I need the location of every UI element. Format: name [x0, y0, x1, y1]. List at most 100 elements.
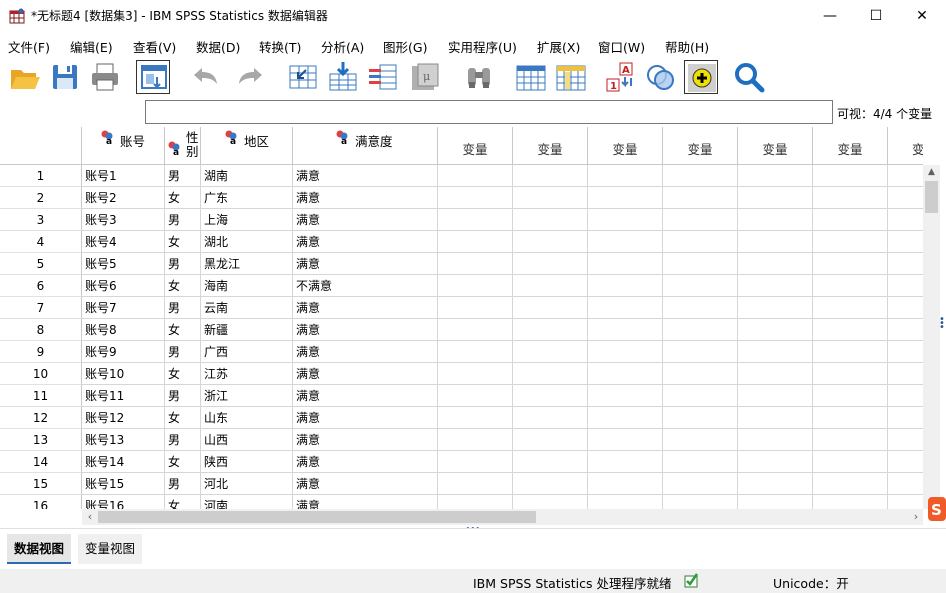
empty-cell[interactable] [813, 209, 888, 231]
maximize-button[interactable]: ☐ [853, 0, 899, 32]
table-cell[interactable]: 湖北 [201, 231, 293, 253]
empty-cell[interactable] [663, 385, 738, 407]
close-button[interactable]: ✕ [899, 0, 945, 32]
empty-cell[interactable] [813, 363, 888, 385]
row-number[interactable]: 14 [0, 451, 82, 473]
dialog-recall-icon[interactable] [136, 60, 170, 94]
empty-cell[interactable] [888, 209, 923, 231]
table-cell[interactable]: 满意 [293, 407, 438, 429]
goto-case-icon[interactable] [286, 60, 320, 94]
table-cell[interactable]: 账号16 [82, 495, 165, 509]
empty-cell[interactable] [438, 319, 513, 341]
row-number[interactable]: 5 [0, 253, 82, 275]
empty-cell[interactable] [888, 451, 923, 473]
empty-cell[interactable] [438, 363, 513, 385]
horizontal-scroll-thumb[interactable] [98, 511, 536, 523]
table-cell[interactable]: 女 [165, 187, 201, 209]
empty-cell[interactable] [513, 341, 588, 363]
table-cell[interactable]: 男 [165, 385, 201, 407]
table-cell[interactable]: 账号15 [82, 473, 165, 495]
redo-icon[interactable] [234, 60, 268, 94]
empty-cell[interactable] [513, 319, 588, 341]
table-cell[interactable]: 广西 [201, 341, 293, 363]
column-header-gender[interactable]: a 性别 [165, 127, 201, 165]
empty-cell[interactable] [888, 187, 923, 209]
table-cell[interactable]: 云南 [201, 297, 293, 319]
empty-cell[interactable] [588, 231, 663, 253]
table-cell[interactable]: 陕西 [201, 451, 293, 473]
row-number[interactable]: 16 [0, 495, 82, 509]
empty-cell[interactable] [738, 385, 813, 407]
menu-file[interactable]: 文件(F) [8, 37, 50, 56]
empty-cell[interactable] [513, 407, 588, 429]
table-cell[interactable]: 满意 [293, 363, 438, 385]
empty-cell[interactable] [438, 429, 513, 451]
table-cell[interactable]: 湖南 [201, 165, 293, 187]
table-cell[interactable]: 上海 [201, 209, 293, 231]
empty-cell[interactable] [888, 495, 923, 509]
empty-cell[interactable] [513, 209, 588, 231]
empty-cell[interactable] [588, 297, 663, 319]
empty-cell[interactable] [888, 407, 923, 429]
search-icon[interactable] [732, 60, 766, 94]
ime-icon[interactable]: S [926, 495, 946, 523]
table-cell[interactable]: 女 [165, 319, 201, 341]
table-cell[interactable]: 账号14 [82, 451, 165, 473]
empty-cell[interactable] [513, 495, 588, 509]
empty-cell[interactable] [438, 385, 513, 407]
empty-cell[interactable] [663, 429, 738, 451]
empty-cell[interactable] [738, 429, 813, 451]
empty-cell[interactable] [888, 341, 923, 363]
empty-cell[interactable] [663, 495, 738, 509]
empty-cell[interactable] [888, 363, 923, 385]
table-cell[interactable]: 满意 [293, 165, 438, 187]
pane-splitter-handle[interactable]: • • • [939, 315, 945, 333]
row-number[interactable]: 12 [0, 407, 82, 429]
vertical-scroll-thumb[interactable] [925, 181, 938, 213]
empty-cell[interactable] [813, 231, 888, 253]
horizontal-scrollbar[interactable]: ‹ › [82, 509, 923, 525]
row-number[interactable]: 13 [0, 429, 82, 451]
insert-variable-icon[interactable] [554, 60, 588, 94]
table-cell[interactable]: 满意 [293, 495, 438, 509]
table-cell[interactable]: 账号6 [82, 275, 165, 297]
table-cell[interactable]: 账号8 [82, 319, 165, 341]
empty-cell[interactable] [813, 385, 888, 407]
menu-utilities[interactable]: 实用程序(U) [448, 37, 517, 56]
empty-column-header[interactable]: 变量 [438, 127, 513, 165]
empty-cell[interactable] [438, 451, 513, 473]
menu-window[interactable]: 窗口(W) [598, 37, 645, 56]
table-cell[interactable]: 满意 [293, 231, 438, 253]
table-cell[interactable]: 男 [165, 429, 201, 451]
table-cell[interactable]: 满意 [293, 187, 438, 209]
table-cell[interactable]: 男 [165, 297, 201, 319]
empty-cell[interactable] [513, 187, 588, 209]
table-cell[interactable]: 男 [165, 253, 201, 275]
table-cell[interactable]: 满意 [293, 451, 438, 473]
table-cell[interactable]: 女 [165, 407, 201, 429]
empty-cell[interactable] [513, 429, 588, 451]
empty-cell[interactable] [663, 209, 738, 231]
table-cell[interactable]: 满意 [293, 209, 438, 231]
row-number[interactable]: 1 [0, 165, 82, 187]
empty-cell[interactable] [738, 363, 813, 385]
table-cell[interactable]: 不满意 [293, 275, 438, 297]
row-number[interactable]: 4 [0, 231, 82, 253]
select-cases-icon[interactable] [684, 60, 718, 94]
table-cell[interactable]: 账号5 [82, 253, 165, 275]
row-number[interactable]: 2 [0, 187, 82, 209]
menu-graphs[interactable]: 图形(G) [383, 37, 427, 56]
empty-cell[interactable] [588, 165, 663, 187]
empty-cell[interactable] [513, 253, 588, 275]
table-cell[interactable]: 江苏 [201, 363, 293, 385]
empty-cell[interactable] [513, 363, 588, 385]
table-cell[interactable]: 女 [165, 495, 201, 509]
empty-cell[interactable] [663, 231, 738, 253]
run-descriptives-icon[interactable]: μ [408, 60, 442, 94]
menu-transform[interactable]: 转换(T) [259, 37, 301, 56]
empty-cell[interactable] [663, 363, 738, 385]
empty-cell[interactable] [888, 231, 923, 253]
cell-value-input[interactable] [145, 100, 833, 124]
empty-cell[interactable] [588, 429, 663, 451]
table-cell[interactable]: 男 [165, 165, 201, 187]
